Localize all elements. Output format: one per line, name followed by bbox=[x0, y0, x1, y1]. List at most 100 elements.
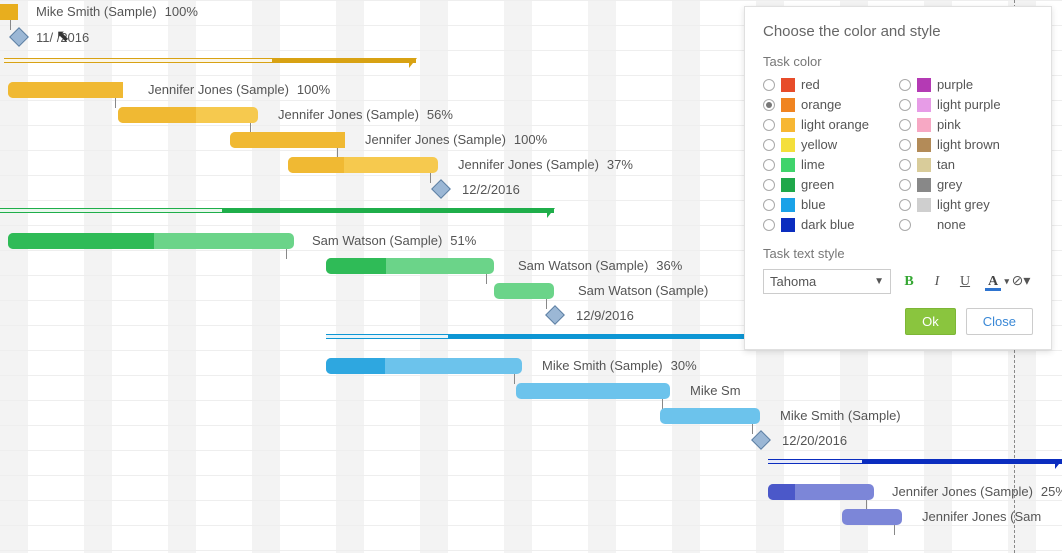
radio-icon bbox=[899, 99, 911, 111]
color-swatch bbox=[781, 198, 795, 212]
color-name: orange bbox=[801, 97, 841, 112]
color-name: green bbox=[801, 177, 834, 192]
radio-icon bbox=[899, 119, 911, 131]
font-select[interactable]: Tahoma ▼ bbox=[763, 269, 891, 294]
radio-icon bbox=[763, 159, 775, 171]
task-bar[interactable] bbox=[660, 408, 760, 424]
task-label: Jennifer Jones (Sam bbox=[922, 509, 1041, 524]
color-name: yellow bbox=[801, 137, 837, 152]
text-style-label: Task text style bbox=[763, 246, 1033, 261]
color-name: blue bbox=[801, 197, 826, 212]
font-select-value: Tahoma bbox=[770, 274, 816, 289]
ok-button[interactable]: Ok bbox=[905, 308, 956, 335]
milestone-date: 12/20/2016 bbox=[782, 433, 847, 448]
color-option-blue[interactable]: blue bbox=[763, 197, 869, 212]
color-name: tan bbox=[937, 157, 955, 172]
color-name: light purple bbox=[937, 97, 1001, 112]
task-label: Jennifer Jones (Sample)25% bbox=[892, 484, 1062, 499]
link-button[interactable]: ⊘▾ bbox=[1011, 272, 1031, 292]
color-swatch bbox=[781, 78, 795, 92]
radio-icon bbox=[763, 139, 775, 151]
milestone[interactable] bbox=[545, 305, 565, 325]
dialog-title: Choose the color and style bbox=[763, 23, 1033, 40]
task-color-label: Task color bbox=[763, 54, 1033, 69]
color-swatch bbox=[917, 118, 931, 132]
color-name: light orange bbox=[801, 117, 869, 132]
color-name: lime bbox=[801, 157, 825, 172]
color-swatch bbox=[781, 218, 795, 232]
color-option-red[interactable]: red bbox=[763, 77, 869, 92]
color-option-grey[interactable]: grey bbox=[899, 177, 1001, 192]
radio-icon bbox=[763, 99, 775, 111]
summary-bar[interactable] bbox=[768, 459, 1062, 469]
color-option-green[interactable]: green bbox=[763, 177, 869, 192]
milestone[interactable] bbox=[431, 179, 451, 199]
color-option-light-purple[interactable]: light purple bbox=[899, 97, 1001, 112]
color-name: light brown bbox=[937, 137, 1000, 152]
radio-icon bbox=[763, 179, 775, 191]
italic-button[interactable]: I bbox=[927, 272, 947, 292]
task-bar[interactable] bbox=[8, 233, 294, 249]
color-swatch bbox=[917, 158, 931, 172]
radio-icon bbox=[763, 219, 775, 231]
summary-bar[interactable] bbox=[326, 334, 760, 344]
color-name: purple bbox=[937, 77, 973, 92]
task-bar[interactable] bbox=[768, 484, 874, 500]
task-bar[interactable] bbox=[288, 157, 438, 173]
color-name: grey bbox=[937, 177, 962, 192]
color-option-light-orange[interactable]: light orange bbox=[763, 117, 869, 132]
summary-bar[interactable] bbox=[4, 58, 416, 68]
milestone-date: 12/2/2016 bbox=[462, 182, 520, 197]
task-label: Mike Smith (Sample) bbox=[780, 408, 901, 423]
color-swatch bbox=[917, 138, 931, 152]
task-bar[interactable] bbox=[326, 358, 522, 374]
task-label: Mike Smith (Sample)100% bbox=[36, 4, 198, 19]
task-label: Jennifer Jones (Sample)100% bbox=[148, 82, 330, 97]
font-color-button[interactable]: A▾ bbox=[983, 272, 1003, 292]
color-name: pink bbox=[937, 117, 961, 132]
color-option-purple[interactable]: purple bbox=[899, 77, 1001, 92]
color-name: dark blue bbox=[801, 217, 854, 232]
task-label: Jennifer Jones (Sample)37% bbox=[458, 157, 633, 172]
color-swatch bbox=[781, 178, 795, 192]
radio-icon bbox=[899, 139, 911, 151]
color-option-orange[interactable]: orange bbox=[763, 97, 869, 112]
task-bar[interactable] bbox=[230, 132, 345, 148]
radio-icon bbox=[899, 219, 911, 231]
color-swatch bbox=[917, 98, 931, 112]
color-name: red bbox=[801, 77, 820, 92]
task-label: Sam Watson (Sample) bbox=[578, 283, 708, 298]
task-bar[interactable] bbox=[0, 4, 18, 20]
color-swatch bbox=[917, 78, 931, 92]
task-bar[interactable] bbox=[8, 82, 123, 98]
task-label: Mike Sm bbox=[690, 383, 741, 398]
color-option-none[interactable]: none bbox=[899, 217, 1001, 232]
task-bar[interactable] bbox=[842, 509, 902, 525]
radio-icon bbox=[763, 119, 775, 131]
color-option-yellow[interactable]: yellow bbox=[763, 137, 869, 152]
color-swatch bbox=[781, 158, 795, 172]
task-bar[interactable] bbox=[494, 283, 554, 299]
task-label: Mike Smith (Sample)30% bbox=[542, 358, 697, 373]
color-swatch bbox=[917, 178, 931, 192]
color-option-pink[interactable]: pink bbox=[899, 117, 1001, 132]
color-option-light-grey[interactable]: light grey bbox=[899, 197, 1001, 212]
close-button[interactable]: Close bbox=[966, 308, 1033, 335]
color-option-tan[interactable]: tan bbox=[899, 157, 1001, 172]
color-name: none bbox=[937, 217, 966, 232]
task-bar[interactable] bbox=[118, 107, 258, 123]
radio-icon bbox=[899, 179, 911, 191]
chevron-down-icon: ▼ bbox=[874, 276, 884, 287]
task-bar[interactable] bbox=[326, 258, 494, 274]
color-option-lime[interactable]: lime bbox=[763, 157, 869, 172]
bold-button[interactable]: B bbox=[899, 272, 919, 292]
summary-bar[interactable] bbox=[0, 208, 554, 218]
task-bar[interactable] bbox=[516, 383, 670, 399]
color-option-light-brown[interactable]: light brown bbox=[899, 137, 1001, 152]
color-option-dark-blue[interactable]: dark blue bbox=[763, 217, 869, 232]
color-swatch bbox=[917, 198, 931, 212]
radio-icon bbox=[899, 199, 911, 211]
milestone[interactable] bbox=[9, 27, 29, 47]
underline-button[interactable]: U bbox=[955, 272, 975, 292]
milestone[interactable] bbox=[751, 430, 771, 450]
